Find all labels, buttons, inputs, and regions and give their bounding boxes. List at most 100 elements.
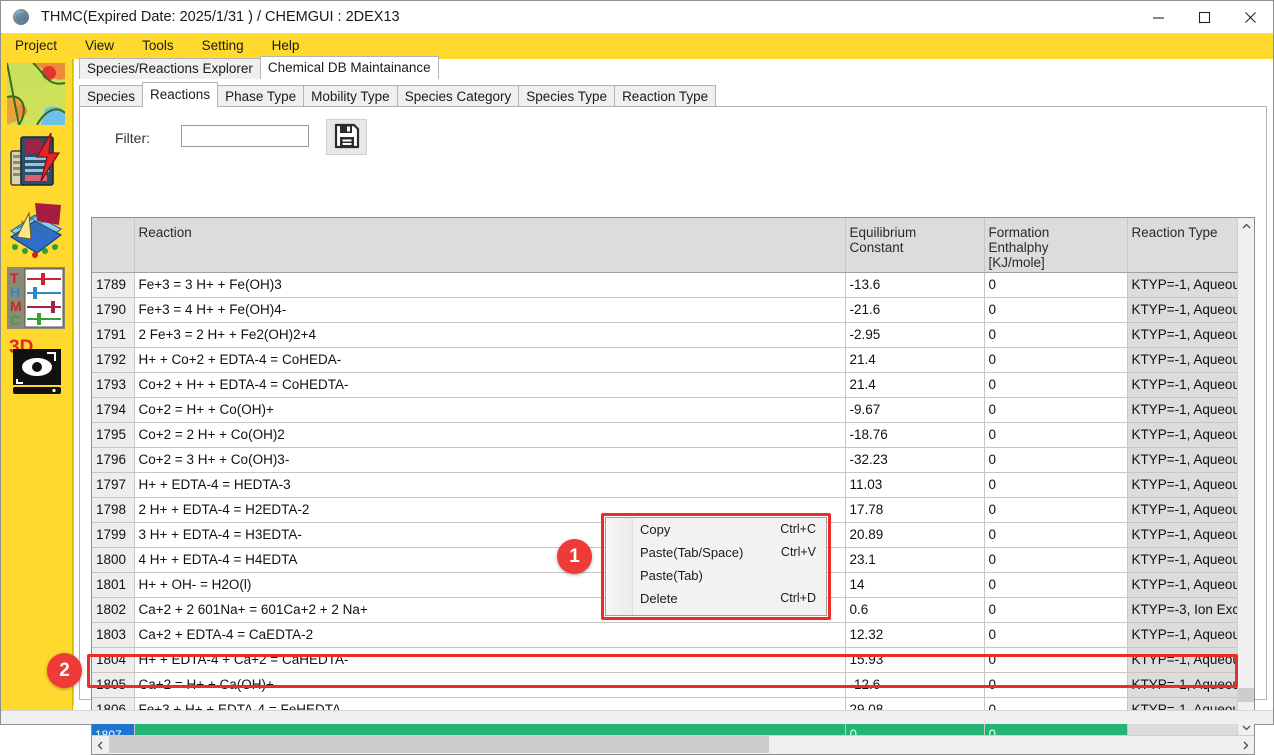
header-equilibrium-constant[interactable]: Equilibrium Constant: [845, 218, 985, 273]
cell-eq[interactable]: -2.95: [845, 322, 985, 348]
cell-type[interactable]: KTYP=-1, Aqueou: [1126, 372, 1238, 398]
context-menu-item-paste-tab-space[interactable]: Paste(Tab/Space) Ctrl+V: [632, 541, 826, 564]
cell-eq[interactable]: -21.6: [845, 297, 985, 323]
cell-type[interactable]: KTYP=-3, Ion Excl: [1126, 597, 1238, 623]
close-icon[interactable]: [1227, 1, 1273, 33]
table-row[interactable]: 1789 Fe+3 = 3 H+ + Fe(OH)3 -13.6 0 KTYP=-1, …: [92, 272, 1238, 298]
table-row[interactable]: 1790 Fe+3 = 4 H+ + Fe(OH)4- -21.6 0 KTYP=-1,…: [92, 297, 1238, 323]
cell-rownum[interactable]: 1790: [92, 297, 135, 323]
cell-rownum[interactable]: 1802: [92, 597, 135, 623]
cell-enth[interactable]: 0: [984, 297, 1128, 323]
table-row[interactable]: 1796 Co+2 = 3 H+ + Co(OH)3- -32.23 0 KTYP=-1…: [92, 447, 1238, 473]
cell-reaction[interactable]: Co+2 = H+ + Co(OH)+: [134, 397, 846, 423]
tab-phase-type[interactable]: Phase Type: [217, 85, 305, 107]
cell-reaction[interactable]: H+ + EDTA-4 = HEDTA-3: [134, 472, 846, 498]
menu-setting[interactable]: Setting: [188, 33, 258, 59]
grid-vertical-scrollbar[interactable]: [1237, 218, 1254, 736]
menu-project[interactable]: Project: [1, 33, 71, 59]
save-button[interactable]: [326, 119, 367, 155]
cell-enth[interactable]: 0: [984, 272, 1128, 298]
cell-eq[interactable]: -18.76: [845, 422, 985, 448]
cell-type[interactable]: KTYP=-1, Aqueou: [1126, 647, 1238, 673]
chevron-up-icon[interactable]: [1238, 218, 1254, 235]
cell-type-new[interactable]: [1126, 722, 1238, 736]
header-formation-enthalphy[interactable]: Formation Enthalphy [KJ/mole]: [984, 218, 1128, 273]
cell-enth[interactable]: 0: [984, 347, 1128, 373]
tab-chemical-db-maintainance[interactable]: Chemical DB Maintainance: [259, 56, 439, 79]
cell-enth[interactable]: 0: [984, 472, 1128, 498]
cell-type[interactable]: KTYP=-1, Aqueou: [1126, 297, 1238, 323]
header-reaction-type[interactable]: Reaction Type: [1127, 218, 1238, 273]
horizontal-scroll-thumb[interactable]: [109, 735, 769, 753]
menu-tools[interactable]: Tools: [128, 33, 188, 59]
cell-rownum[interactable]: 1805: [92, 672, 135, 698]
cell-enth[interactable]: 0: [984, 572, 1128, 598]
tab-reaction-type[interactable]: Reaction Type: [614, 85, 717, 107]
cell-eq[interactable]: -9.67: [845, 397, 985, 423]
cell-eq[interactable]: 12.32: [845, 622, 985, 648]
context-menu-item-copy[interactable]: Copy Ctrl+C: [632, 518, 826, 541]
cell-enth[interactable]: 0: [984, 522, 1128, 548]
cell-eq[interactable]: -12.6: [845, 672, 985, 698]
cell-enth[interactable]: 0: [984, 547, 1128, 573]
table-row[interactable]: 1791 2 Fe+3 = 2 H+ + Fe2(OH)2+4 -2.95 0 KTYP…: [92, 322, 1238, 348]
chevron-right-icon[interactable]: [1237, 737, 1254, 754]
cell-eq[interactable]: 11.03: [845, 472, 985, 498]
cell-eq[interactable]: 15.93: [845, 647, 985, 673]
table-row[interactable]: 1803 Ca+2 + EDTA-4 = CaEDTA-2 12.32 0 KTYP=-…: [92, 622, 1238, 648]
menu-view[interactable]: View: [71, 33, 128, 59]
new-record-row[interactable]: 1807 0 0: [92, 722, 1238, 736]
cell-reaction[interactable]: H+ + EDTA-4 + Ca+2 = CaHEDTA-: [134, 647, 846, 673]
cell-enth[interactable]: 0: [984, 422, 1128, 448]
tab-species-type[interactable]: Species Type: [518, 85, 616, 107]
cell-reaction[interactable]: Fe+3 = 4 H+ + Fe(OH)4-: [134, 297, 846, 323]
cell-type[interactable]: KTYP=-1, Aqueou: [1126, 622, 1238, 648]
cell-type[interactable]: KTYP=-1, Aqueou: [1126, 447, 1238, 473]
cell-reaction[interactable]: H+ + Co+2 + EDTA-4 = CoHEDA-: [134, 347, 846, 373]
cell-reaction[interactable]: Ca+2 = H+ + Ca(OH)+: [134, 672, 846, 698]
cell-reaction[interactable]: 2 Fe+3 = 2 H+ + Fe2(OH)2+4: [134, 322, 846, 348]
cell-type[interactable]: KTYP=-1, Aqueou: [1126, 397, 1238, 423]
table-row[interactable]: 1794 Co+2 = H+ + Co(OH)+ -9.67 0 KTYP=-1, Aq…: [92, 397, 1238, 423]
tab-mobility-type[interactable]: Mobility Type: [303, 85, 398, 107]
tab-species[interactable]: Species: [79, 85, 144, 107]
cell-type[interactable]: KTYP=-1, Aqueou: [1126, 572, 1238, 598]
cell-rownum-new[interactable]: 1807: [92, 722, 135, 736]
filter-input[interactable]: [181, 125, 309, 147]
tab-species-reactions-explorer[interactable]: Species/Reactions Explorer: [79, 58, 261, 79]
cell-enth[interactable]: 0: [984, 322, 1128, 348]
context-menu-item-paste-tab[interactable]: Paste(Tab): [632, 564, 826, 587]
cell-eq-new[interactable]: 0: [845, 722, 985, 736]
cell-eq[interactable]: -13.6: [845, 272, 985, 298]
cell-enth[interactable]: 0: [984, 622, 1128, 648]
cell-eq[interactable]: -32.23: [845, 447, 985, 473]
cell-enth[interactable]: 0: [984, 647, 1128, 673]
table-row[interactable]: 1792 H+ + Co+2 + EDTA-4 = CoHEDA- 21.4 0 KTY…: [92, 347, 1238, 373]
cell-enth[interactable]: 0: [984, 672, 1128, 698]
cell-type[interactable]: KTYP=-1, Aqueou: [1126, 347, 1238, 373]
3d-viewer-icon[interactable]: 3D: [7, 335, 67, 397]
cell-enth[interactable]: 0: [984, 372, 1128, 398]
cell-eq[interactable]: 14: [845, 572, 985, 598]
cell-rownum[interactable]: 1799: [92, 522, 135, 548]
cell-rownum[interactable]: 1793: [92, 372, 135, 398]
map-layers-icon[interactable]: [7, 63, 67, 125]
cell-type[interactable]: KTYP=-1, Aqueou: [1126, 522, 1238, 548]
cell-enth[interactable]: 0: [984, 497, 1128, 523]
cell-eq[interactable]: 20.89: [845, 522, 985, 548]
cell-reaction[interactable]: Co+2 = 2 H+ + Co(OH)2: [134, 422, 846, 448]
table-row[interactable]: 1795 Co+2 = 2 H+ + Co(OH)2 -18.76 0 KTYP=-1,…: [92, 422, 1238, 448]
cell-rownum[interactable]: 1792: [92, 347, 135, 373]
cell-enth[interactable]: 0: [984, 447, 1128, 473]
minimize-icon[interactable]: [1135, 1, 1181, 33]
cell-type[interactable]: KTYP=-1, Aqueou: [1126, 322, 1238, 348]
vertical-scroll-thumb[interactable]: [1238, 688, 1254, 702]
cell-rownum[interactable]: 1789: [92, 272, 135, 298]
cell-rownum[interactable]: 1791: [92, 322, 135, 348]
cell-enth[interactable]: 0: [984, 397, 1128, 423]
cell-eq[interactable]: 23.1: [845, 547, 985, 573]
cell-type[interactable]: KTYP=-1, Aqueou: [1126, 422, 1238, 448]
tab-reactions[interactable]: Reactions: [142, 82, 219, 107]
cell-reaction[interactable]: Ca+2 + EDTA-4 = CaEDTA-2: [134, 622, 846, 648]
cell-eq[interactable]: 0.6: [845, 597, 985, 623]
